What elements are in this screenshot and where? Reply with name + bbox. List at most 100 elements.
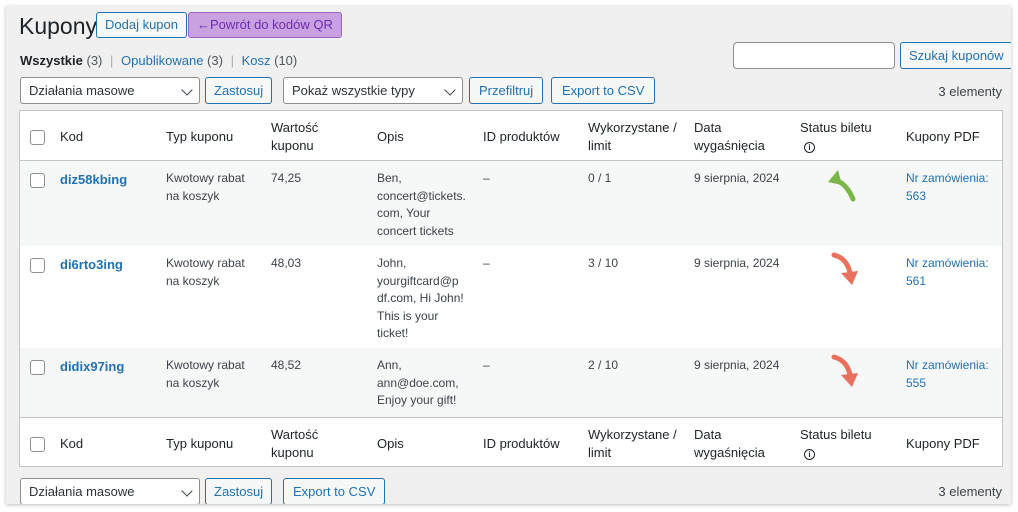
usage-limit: 2 / 10: [588, 358, 619, 372]
arrow-down-red-icon: [831, 354, 858, 387]
export-csv-button[interactable]: Export to CSV: [551, 77, 656, 104]
apply-button[interactable]: Zastosuj: [205, 77, 273, 104]
coupons-table: Kod Typ kuponu Wartość kuponu Opis ID pr…: [19, 110, 1003, 467]
coupon-description: Ben, concert@tickets. com, Your concert …: [377, 170, 466, 240]
coupon-value: 48,03: [271, 256, 302, 270]
coupon-type: Kwotowy rabat na koszyk: [166, 255, 245, 290]
column-ticket-status: Status biletu i: [800, 426, 872, 462]
coupon-code-link[interactable]: didix97ing: [60, 359, 124, 374]
column-value: Wartość kuponu: [271, 119, 318, 155]
bulk-actions-select[interactable]: Działania masowe: [20, 77, 200, 104]
status-filter-links: Wszystkie (3) | Opublikowane (3) | Kosz …: [20, 53, 297, 68]
table-row: di6rto3ing Kwotowy rabat na koszyk 48,03…: [20, 246, 1002, 348]
chevron-down-icon: [181, 84, 193, 96]
coupon-description: John, yourgiftcard@p df.com, Hi John! Th…: [377, 255, 464, 343]
coupon-type: Kwotowy rabat na koszyk: [166, 170, 245, 205]
back-to-qr-codes-button[interactable]: ←Powrót do kodów QR: [188, 12, 342, 38]
column-type: Typ kuponu: [166, 436, 234, 451]
bulk-actions-select-bottom[interactable]: Działania masowe: [20, 478, 200, 504]
info-icon[interactable]: i: [804, 444, 872, 462]
product-ids: –: [483, 358, 490, 372]
description-line: ticket!: [377, 326, 409, 340]
column-ticket-status-label: Status biletu: [800, 120, 872, 135]
expiry-date: 9 sierpnia, 2024: [694, 171, 780, 185]
coupon-type-select[interactable]: Pokaż wszystkie typy: [283, 77, 463, 104]
search-input[interactable]: [733, 42, 895, 69]
chevron-down-icon: [444, 84, 456, 96]
coupon-value: 74,25: [271, 171, 302, 185]
column-value: Wartość kuponu: [271, 426, 318, 462]
column-code[interactable]: Kod: [60, 128, 83, 146]
expiry-date: 9 sierpnia, 2024: [694, 256, 780, 270]
info-icon[interactable]: i: [804, 137, 872, 155]
coupon-type-line2: na koszyk: [166, 188, 220, 203]
pdf-order-link[interactable]: Nr zamówienia: 555: [906, 357, 989, 392]
column-expiry: Data wygaśnięcia: [694, 426, 765, 462]
filter-all-count: (3): [86, 53, 103, 68]
row-checkbox[interactable]: [30, 360, 45, 375]
select-all-checkbox[interactable]: [30, 437, 45, 452]
apply-button-bottom[interactable]: Zastosuj: [205, 478, 273, 504]
column-product-ids: ID produktów: [483, 436, 560, 451]
pdf-order-link[interactable]: Nr zamówienia: 561: [906, 255, 989, 290]
coupon-type-line2: na koszyk: [166, 273, 220, 288]
row-checkbox[interactable]: [30, 258, 45, 273]
description-line: df.com, Hi John!: [377, 291, 464, 305]
pdf-order-label: Nr zamówienia:: [906, 358, 989, 372]
description-line: concert tickets: [377, 223, 454, 238]
column-usage: Wykorzystane / limit: [588, 426, 677, 462]
column-type: Typ kuponu: [166, 129, 234, 144]
export-csv-button-bottom[interactable]: Export to CSV: [283, 478, 386, 504]
column-value-line1: Wartość: [271, 427, 319, 442]
filter-button[interactable]: Przefiltruj: [469, 77, 544, 104]
column-expiry-line2: wygaśnięcia: [694, 138, 765, 153]
chevron-down-icon: [181, 485, 193, 497]
column-description: Opis: [377, 129, 404, 144]
column-usage-line1: Wykorzystane /: [588, 427, 677, 442]
column-expiry-line1: Data: [694, 120, 722, 135]
column-usage: Wykorzystane / limit: [588, 119, 677, 155]
description-line: concert@tickets.: [377, 188, 466, 203]
usage-limit: 3 / 10: [588, 256, 619, 270]
description-line: yourgiftcard@p: [377, 273, 459, 288]
filter-published-link[interactable]: Opublikowane: [121, 53, 203, 68]
coupon-type-line1: Kwotowy rabat: [166, 171, 245, 185]
column-usage-line2: limit: [588, 445, 612, 460]
column-expiry: Data wygaśnięcia: [694, 119, 765, 155]
description-line: This is your: [377, 308, 439, 323]
column-expiry-line1: Data: [694, 427, 722, 442]
coupon-value: 48,52: [271, 358, 302, 372]
table-row: diz58kbing Kwotowy rabat na koszyk 74,25…: [20, 161, 1002, 246]
add-coupon-button[interactable]: Dodaj kupon: [96, 12, 187, 38]
coupon-type: Kwotowy rabat na koszyk: [166, 357, 245, 392]
pdf-order-link[interactable]: Nr zamówienia: 563: [906, 170, 989, 205]
search-coupons-button[interactable]: Szukaj kuponów: [900, 42, 1011, 69]
description-line: com, Your: [377, 206, 431, 220]
coupon-code-link[interactable]: diz58kbing: [60, 172, 127, 187]
pdf-order-number: 555: [906, 375, 927, 390]
column-value-line2: kuponu: [271, 445, 314, 460]
column-description: Opis: [377, 436, 404, 451]
expiry-date: 9 sierpnia, 2024: [694, 358, 780, 372]
filter-trash-link[interactable]: Kosz: [242, 53, 271, 68]
arrow-up-green-icon: [828, 170, 856, 202]
filter-all-link[interactable]: Wszystkie: [20, 53, 83, 68]
coupon-code-link[interactable]: di6rto3ing: [60, 257, 123, 272]
select-all-checkbox[interactable]: [30, 130, 45, 145]
product-ids: –: [483, 256, 490, 270]
column-pdf: Kupony PDF: [906, 129, 980, 144]
column-code[interactable]: Kod: [60, 435, 83, 453]
column-expiry-line2: wygaśnięcia: [694, 445, 765, 460]
row-checkbox[interactable]: [30, 173, 45, 188]
product-ids: –: [483, 171, 490, 185]
column-value-line2: kuponu: [271, 138, 314, 153]
description-line: John,: [377, 256, 407, 270]
column-usage-line2: limit: [588, 138, 612, 153]
pdf-order-number: 563: [906, 188, 927, 203]
pdf-order-label: Nr zamówienia:: [906, 171, 989, 185]
table-row: didix97ing Kwotowy rabat na koszyk 48,52…: [20, 348, 1002, 417]
column-product-ids: ID produktów: [483, 129, 560, 144]
items-count: 3 elementy: [938, 84, 1002, 99]
filter-published-count: (3): [207, 53, 223, 68]
filter-trash-count: (10): [274, 53, 298, 68]
